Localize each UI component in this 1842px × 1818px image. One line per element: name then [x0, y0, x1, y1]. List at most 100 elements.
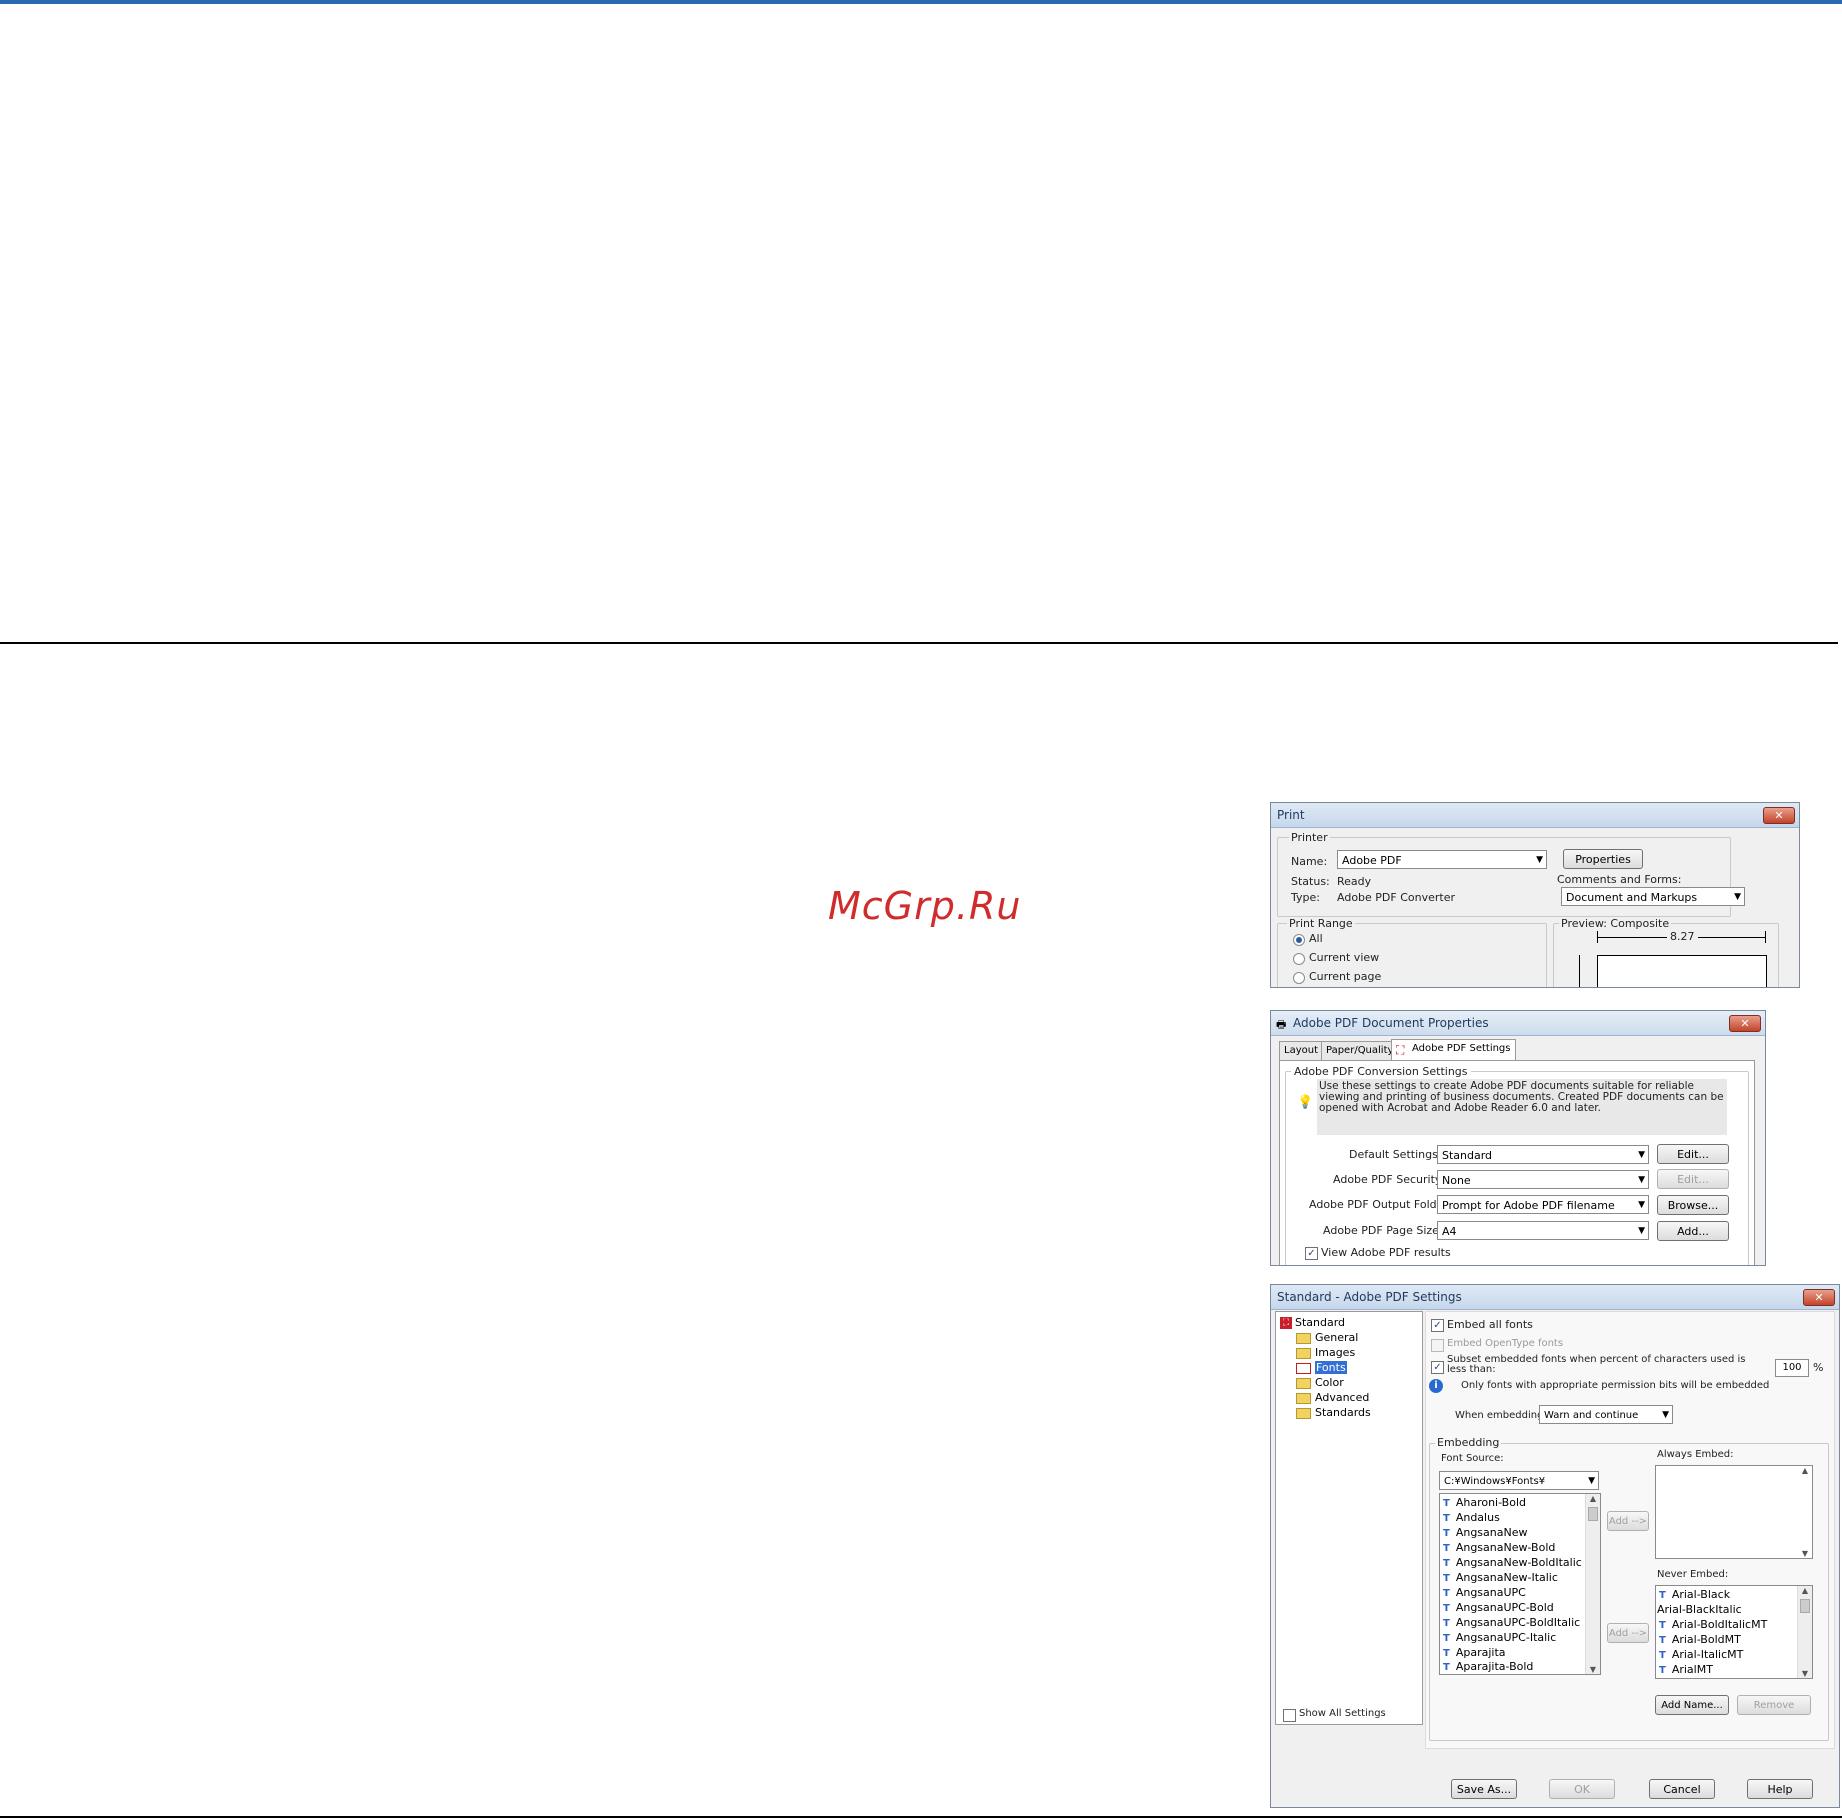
- subset-fonts-checkbox[interactable]: ✓: [1431, 1361, 1444, 1374]
- list-item[interactable]: T AngsanaNew: [1443, 1526, 1527, 1539]
- list-item[interactable]: T AngsanaNew-BoldItalic: [1443, 1556, 1582, 1569]
- show-all-settings-checkbox[interactable]: [1283, 1709, 1296, 1722]
- tree-item-advanced[interactable]: Advanced: [1296, 1391, 1369, 1404]
- always-embed-label: Always Embed:: [1657, 1449, 1734, 1460]
- list-item[interactable]: T Arial-BoldItalicMT: [1659, 1618, 1767, 1631]
- list-item[interactable]: T Aparajita-Bold: [1443, 1660, 1533, 1673]
- scrollbar[interactable]: ▲ ▼: [1797, 1586, 1812, 1678]
- tree-item-images[interactable]: Images: [1296, 1346, 1355, 1359]
- tree-item-advanced-label: Advanced: [1315, 1391, 1370, 1404]
- tree-item-standard[interactable]: ⛶ Standard: [1280, 1316, 1345, 1329]
- chevron-down-icon: ▼: [1536, 855, 1543, 865]
- status-value: Ready: [1337, 875, 1372, 888]
- default-settings-select[interactable]: Standard ▼: [1437, 1145, 1649, 1164]
- list-item[interactable]: T Aharoni-Bold: [1443, 1496, 1526, 1509]
- tree-item-standard-label: Standard: [1295, 1316, 1346, 1329]
- range-current-page-radio[interactable]: [1293, 972, 1305, 984]
- tree-item-fonts[interactable]: Fonts: [1296, 1361, 1347, 1374]
- remove-button[interactable]: Remove: [1737, 1695, 1811, 1715]
- scrollbar[interactable]: ▲ ▼: [1798, 1466, 1812, 1558]
- chevron-down-icon: ▼: [1662, 1410, 1669, 1420]
- comments-forms-select[interactable]: Document and Markups ▼: [1561, 887, 1745, 906]
- preview-height-ruler: [1579, 955, 1580, 987]
- tab-adobe-pdf-settings[interactable]: ⛶ Adobe PDF Settings: [1391, 1039, 1516, 1060]
- scrollbar[interactable]: ▲ ▼: [1585, 1494, 1600, 1674]
- tree-item-standards[interactable]: Standards: [1296, 1406, 1371, 1419]
- list-item[interactable]: T Arial-Black: [1659, 1588, 1730, 1601]
- printer-name-select[interactable]: Adobe PDF ▼: [1337, 850, 1547, 869]
- never-embed-list[interactable]: T Arial-Black Arial-BlackItalic T Arial-Bo…: [1655, 1585, 1813, 1679]
- properties-button[interactable]: Properties: [1563, 849, 1643, 869]
- conversion-settings-label: Adobe PDF Conversion Settings: [1291, 1065, 1471, 1078]
- subset-fonts-label: Subset embedded fonts when percent of ch…: [1447, 1354, 1746, 1375]
- always-embed-list[interactable]: ▲ ▼: [1655, 1465, 1813, 1559]
- truetype-font-icon: T: [1443, 1633, 1450, 1644]
- close-icon[interactable]: ✕: [1803, 1289, 1835, 1306]
- truetype-font-icon: T: [1443, 1528, 1450, 1539]
- list-item[interactable]: T Arial-ItalicMT: [1659, 1648, 1743, 1661]
- tree-item-color[interactable]: Color: [1296, 1376, 1344, 1389]
- list-item[interactable]: T AngsanaNew-Italic: [1443, 1571, 1558, 1584]
- close-icon[interactable]: ✕: [1763, 807, 1795, 824]
- range-current-view-radio[interactable]: [1293, 953, 1305, 965]
- list-item[interactable]: T Andalus: [1443, 1511, 1500, 1524]
- truetype-font-icon: T: [1443, 1543, 1450, 1554]
- folder-icon: [1296, 1392, 1311, 1404]
- tab-layout[interactable]: Layout: [1279, 1041, 1323, 1060]
- docprops-titlebar: 🖶 Adobe PDF Document Properties ✕: [1271, 1011, 1765, 1036]
- save-as-button[interactable]: Save As...: [1451, 1779, 1517, 1799]
- tree-item-general[interactable]: General: [1296, 1331, 1358, 1344]
- help-button[interactable]: Help: [1747, 1779, 1813, 1799]
- chevron-down-icon: ▼: [1638, 1150, 1645, 1160]
- edit-security-button[interactable]: Edit...: [1657, 1169, 1729, 1189]
- subset-percent-input[interactable]: 100: [1775, 1359, 1809, 1377]
- add-always-embed-button[interactable]: Add -->: [1607, 1511, 1649, 1531]
- list-item[interactable]: T Aparajita: [1443, 1646, 1506, 1659]
- range-current-view-label: Current view: [1309, 951, 1380, 964]
- permission-note: Only fonts with appropriate permission b…: [1461, 1380, 1770, 1391]
- truetype-font-icon: T: [1659, 1665, 1666, 1676]
- watermark: McGrp.Ru: [828, 884, 1022, 928]
- view-results-label: View Adobe PDF results: [1321, 1246, 1451, 1259]
- tab-paper-quality[interactable]: Paper/Quality: [1321, 1041, 1399, 1060]
- embedding-group-label: Embedding: [1435, 1436, 1502, 1449]
- chevron-down-icon: ▼: [1638, 1200, 1645, 1210]
- close-icon[interactable]: ✕: [1729, 1015, 1761, 1032]
- add-page-size-button[interactable]: Add...: [1657, 1221, 1729, 1241]
- truetype-font-icon: T: [1443, 1648, 1450, 1659]
- list-item[interactable]: T ArialMT: [1659, 1663, 1713, 1676]
- name-label: Name:: [1291, 855, 1328, 868]
- tree-item-fonts-label: Fonts: [1315, 1361, 1347, 1374]
- list-item[interactable]: T AngsanaUPC: [1443, 1586, 1526, 1599]
- truetype-font-icon: T: [1443, 1573, 1450, 1584]
- when-embedding-select[interactable]: Warn and continue ▼: [1539, 1405, 1673, 1424]
- settings-titlebar: Standard - Adobe PDF Settings ✕: [1271, 1285, 1839, 1310]
- page-size-select[interactable]: A4 ▼: [1437, 1221, 1649, 1240]
- section-divider: [0, 642, 1838, 644]
- show-all-settings-label: Show All Settings: [1299, 1708, 1386, 1719]
- embed-all-fonts-checkbox[interactable]: ✓: [1431, 1319, 1444, 1332]
- page-size-label: Adobe PDF Page Size:: [1323, 1224, 1443, 1237]
- list-item[interactable]: T AngsanaUPC-Bold: [1443, 1601, 1554, 1614]
- edit-button[interactable]: Edit...: [1657, 1144, 1729, 1164]
- output-folder-select[interactable]: Prompt for Adobe PDF filename ▼: [1437, 1195, 1649, 1214]
- tree-item-images-label: Images: [1315, 1346, 1356, 1359]
- add-never-embed-button[interactable]: Add -->: [1607, 1623, 1649, 1643]
- embed-opentype-checkbox[interactable]: [1431, 1339, 1444, 1352]
- ruler-tick-right: [1765, 931, 1766, 943]
- list-item[interactable]: T AngsanaUPC-Italic: [1443, 1631, 1556, 1644]
- view-results-checkbox[interactable]: ✓: [1305, 1247, 1318, 1260]
- browse-button[interactable]: Browse...: [1657, 1195, 1729, 1215]
- list-item[interactable]: T AngsanaUPC-BoldItalic: [1443, 1616, 1580, 1629]
- font-source-label: Font Source:: [1441, 1453, 1504, 1464]
- add-name-button[interactable]: Add Name...: [1655, 1695, 1729, 1715]
- font-source-list[interactable]: T Aharoni-Bold T Andalus T AngsanaNew T Angs…: [1439, 1493, 1601, 1675]
- range-all-radio[interactable]: [1293, 934, 1305, 946]
- cancel-button[interactable]: Cancel: [1649, 1779, 1715, 1799]
- ok-button[interactable]: OK: [1549, 1779, 1615, 1799]
- security-select[interactable]: None ▼: [1437, 1170, 1649, 1189]
- list-item[interactable]: Arial-BlackItalic: [1657, 1603, 1742, 1616]
- list-item[interactable]: T Arial-BoldMT: [1659, 1633, 1741, 1646]
- list-item[interactable]: T AngsanaNew-Bold: [1443, 1541, 1555, 1554]
- font-source-select[interactable]: C:¥Windows¥Fonts¥ ▼: [1439, 1471, 1599, 1490]
